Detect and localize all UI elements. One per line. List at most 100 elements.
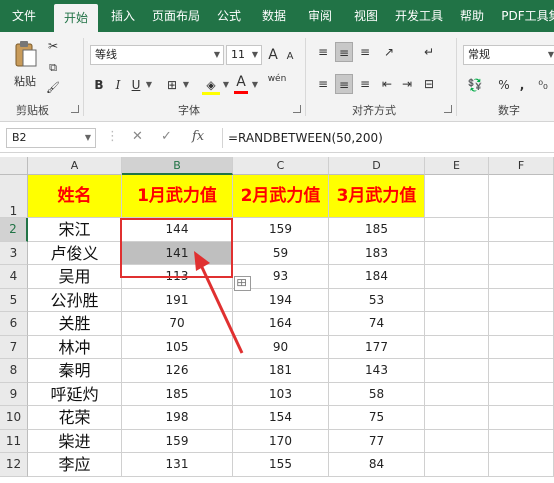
name-box[interactable]: B2 ▼	[6, 128, 96, 148]
fill-color-icon[interactable]: ◈	[202, 75, 220, 95]
column-header-d[interactable]: D	[329, 157, 425, 175]
paste-icon[interactable]	[14, 40, 38, 68]
row-header-4[interactable]: 4	[0, 265, 28, 289]
table-cell[interactable]: 159	[233, 218, 329, 242]
insert-function-icon[interactable]: fx	[192, 129, 204, 144]
row-header-1[interactable]: 1	[0, 175, 28, 218]
grid-cell[interactable]	[489, 335, 554, 359]
increase-indent-icon[interactable]: ⇥	[398, 74, 416, 94]
table-cell[interactable]: 林冲	[28, 335, 122, 359]
border-dropdown-icon[interactable]: ▼	[181, 75, 191, 95]
grid-cell[interactable]	[425, 175, 489, 218]
table-cell[interactable]: 143	[329, 359, 425, 383]
grid-cell[interactable]	[489, 175, 554, 218]
table-cell[interactable]: 吴用	[28, 265, 122, 289]
align-bottom-icon[interactable]: ≡	[356, 42, 374, 62]
table-cell[interactable]: 177	[329, 335, 425, 359]
grid-cell[interactable]	[425, 406, 489, 430]
tab-formulas[interactable]: 公式	[210, 0, 248, 32]
grid-cell[interactable]	[489, 265, 554, 289]
align-left-icon[interactable]: ≡	[314, 74, 332, 94]
table-cell[interactable]: 84	[329, 453, 425, 477]
grid-cell[interactable]	[425, 241, 489, 265]
grid-cell[interactable]	[425, 359, 489, 383]
row-header-7[interactable]: 7	[0, 335, 28, 359]
column-header-a[interactable]: A	[28, 157, 122, 175]
clipboard-launcher-icon[interactable]	[71, 105, 79, 113]
cut-icon[interactable]: ✂	[44, 36, 62, 56]
column-header-f[interactable]: F	[489, 157, 554, 175]
tab-pdf-tools[interactable]: PDF工具集	[496, 0, 554, 32]
table-cell[interactable]: 155	[233, 453, 329, 477]
merge-center-icon[interactable]: ⊟	[420, 74, 438, 94]
font-name-select[interactable]: 等线 ▼	[90, 45, 224, 65]
tab-home[interactable]: 开始	[54, 4, 98, 32]
column-header-e[interactable]: E	[425, 157, 489, 175]
table-cell[interactable]: 183	[329, 241, 425, 265]
format-painter-icon[interactable]: 🖌	[44, 78, 62, 98]
table-cell[interactable]: 198	[122, 406, 233, 430]
grid-cell[interactable]	[489, 218, 554, 242]
font-launcher-icon[interactable]	[293, 105, 301, 113]
table-cell[interactable]: 呼延灼	[28, 382, 122, 406]
table-cell[interactable]: 185	[329, 218, 425, 242]
grid-cell[interactable]	[425, 429, 489, 453]
grid-cell[interactable]	[425, 382, 489, 406]
tab-file[interactable]: 文件	[4, 0, 44, 32]
fill-color-dropdown-icon[interactable]: ▼	[221, 75, 231, 95]
currency-icon[interactable]: 💱	[466, 75, 484, 95]
table-cell[interactable]: 53	[329, 288, 425, 312]
grid-cell[interactable]	[489, 453, 554, 477]
table-cell[interactable]: 103	[233, 382, 329, 406]
row-header-11[interactable]: 11	[0, 429, 28, 453]
column-header-c[interactable]: C	[233, 157, 329, 175]
grid-cell[interactable]	[489, 241, 554, 265]
row-header-6[interactable]: 6	[0, 312, 28, 336]
row-header-2[interactable]: 2	[0, 218, 28, 242]
number-format-select[interactable]: 常规 ▼	[463, 45, 554, 65]
table-cell[interactable]: 77	[329, 429, 425, 453]
table-cell[interactable]: 185	[122, 382, 233, 406]
table-cell[interactable]: 181	[233, 359, 329, 383]
table-cell[interactable]: 58	[329, 382, 425, 406]
grid-cell[interactable]	[489, 382, 554, 406]
comma-style-button[interactable]: ,	[516, 75, 528, 95]
table-cell[interactable]: 170	[233, 429, 329, 453]
orientation-icon[interactable]: ↗	[378, 42, 400, 62]
table-cell[interactable]: 秦明	[28, 359, 122, 383]
underline-button[interactable]: U	[130, 75, 142, 95]
grid-cell[interactable]	[425, 265, 489, 289]
border-icon[interactable]: ⊞	[164, 75, 180, 95]
percent-button[interactable]: %	[496, 75, 512, 95]
table-header-cell[interactable]: 1月武力值	[122, 175, 233, 218]
table-cell[interactable]: 126	[122, 359, 233, 383]
italic-button[interactable]: I	[112, 75, 124, 95]
table-cell[interactable]: 131	[122, 453, 233, 477]
grid-cell[interactable]	[489, 312, 554, 336]
decrease-indent-icon[interactable]: ⇤	[378, 74, 396, 94]
align-middle-icon[interactable]: ≡	[335, 42, 353, 62]
tab-developer[interactable]: 开发工具	[390, 0, 448, 32]
grid-cell[interactable]	[489, 429, 554, 453]
more-options-icon[interactable]: ⋮	[106, 129, 119, 144]
grid-cell[interactable]	[425, 312, 489, 336]
grid-cell[interactable]	[425, 288, 489, 312]
table-header-cell[interactable]: 2月武力值	[233, 175, 329, 218]
underline-dropdown-icon[interactable]: ▼	[144, 75, 154, 95]
grid-cell[interactable]	[425, 453, 489, 477]
row-header-3[interactable]: 3	[0, 241, 28, 265]
table-header-cell[interactable]: 3月武力值	[329, 175, 425, 218]
table-header-cell[interactable]: 姓名	[28, 175, 122, 218]
enter-icon[interactable]: ✓	[161, 129, 172, 144]
grid-cell[interactable]	[425, 335, 489, 359]
alignment-launcher-icon[interactable]	[444, 105, 452, 113]
row-header-10[interactable]: 10	[0, 406, 28, 430]
align-top-icon[interactable]: ≡	[314, 42, 332, 62]
copy-icon[interactable]: ⧉	[44, 58, 62, 78]
shrink-font-button[interactable]: A	[284, 47, 296, 67]
tab-help[interactable]: 帮助	[454, 0, 490, 32]
row-header-12[interactable]: 12	[0, 453, 28, 477]
increase-decimal-icon[interactable]: ⁰₀	[534, 75, 552, 95]
grow-font-button[interactable]: A	[266, 45, 280, 65]
table-cell[interactable]: 卢俊义	[28, 241, 122, 265]
